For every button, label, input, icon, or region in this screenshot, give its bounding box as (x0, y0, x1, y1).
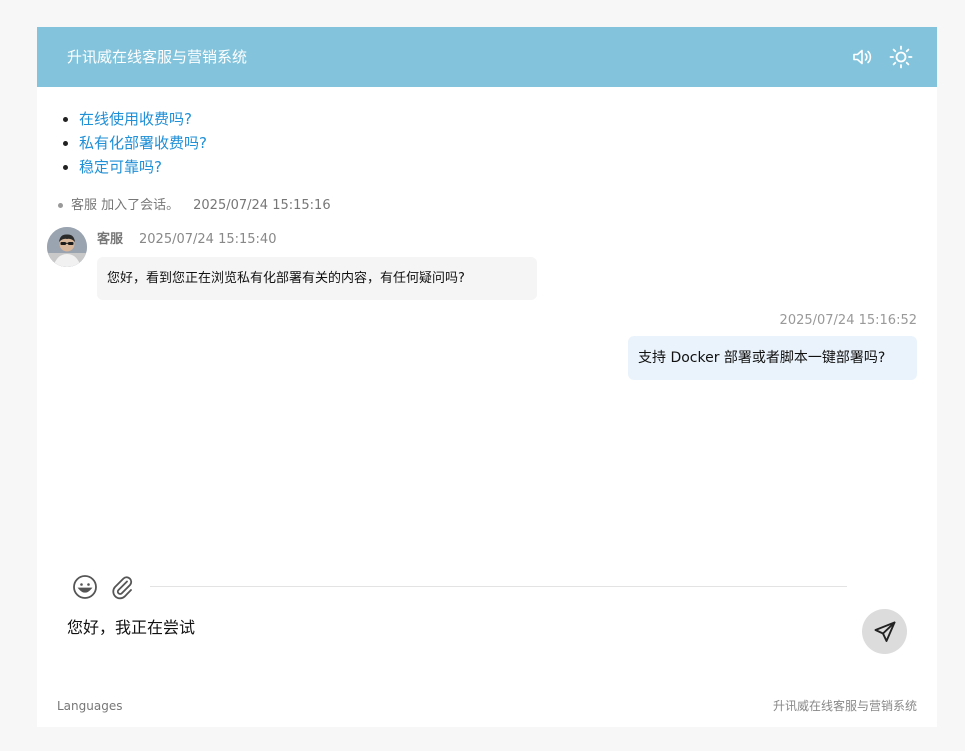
agent-message-time: 2025/07/24 15:15:40 (139, 232, 277, 247)
bullet-dot (58, 203, 63, 208)
faq-link[interactable]: 稳定可靠吗? (79, 158, 162, 176)
smiley-icon[interactable] (71, 573, 99, 601)
faq-link[interactable]: 私有化部署收费吗? (79, 134, 207, 152)
header-bar: 升讯威在线客服与营销系统 (37, 27, 937, 87)
faq-item: 在线使用收费吗? (79, 107, 207, 131)
agent-message-bubble: 您好，看到您正在浏览私有化部署有关的内容，有任何疑问吗? (97, 257, 537, 300)
agent-name: 客服 (97, 232, 124, 247)
faq-item: 稳定可靠吗? (79, 155, 207, 179)
paper-plane-icon (874, 621, 896, 642)
system-message-text: 客服 加入了会话。 (71, 198, 180, 213)
system-message: 客服 加入了会话。 2025/07/24 15:15:16 (57, 197, 331, 215)
user-message-time: 2025/07/24 15:16:52 (779, 313, 917, 328)
message-input[interactable] (67, 616, 847, 640)
agent-message-meta: 客服 2025/07/24 15:15:40 (97, 231, 276, 249)
agent-avatar (47, 227, 87, 267)
system-message-time: 2025/07/24 15:15:16 (193, 198, 331, 213)
footer-brand: 升讯威在线客服与营销系统 (772, 699, 917, 713)
toolbar-divider (150, 586, 847, 587)
chat-window: 升讯威在线客服与营销系统 在线使用收费吗? 私有化部署收费 (37, 27, 937, 727)
speaker-icon[interactable] (851, 45, 875, 69)
header-title: 升讯威在线客服与营销系统 (67, 48, 248, 66)
faq-link[interactable]: 在线使用收费吗? (79, 110, 192, 128)
languages-link[interactable]: Languages (57, 698, 122, 714)
faq-list: 在线使用收费吗? 私有化部署收费吗? 稳定可靠吗? (79, 107, 207, 179)
user-message-bubble: 支持 Docker 部署或者脚本一键部署吗? (628, 336, 917, 380)
send-button[interactable] (862, 609, 907, 654)
paperclip-icon[interactable] (108, 573, 136, 601)
faq-item: 私有化部署收费吗? (79, 131, 207, 155)
sun-icon[interactable] (889, 45, 913, 69)
